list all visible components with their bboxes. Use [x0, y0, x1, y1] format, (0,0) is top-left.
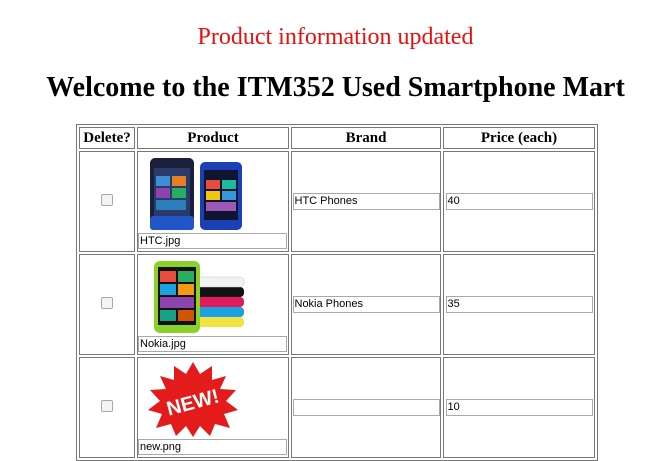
table-row: Nokia.jpg Nokia Phones 35 — [79, 254, 595, 355]
price-cell: 35 — [443, 254, 595, 355]
delete-checkbox[interactable] — [101, 296, 113, 309]
nokia-phone-image — [140, 257, 246, 335]
product-cell: Nokia.jpg — [137, 254, 289, 355]
header-brand: Brand — [291, 127, 441, 149]
brand-input[interactable] — [292, 399, 440, 416]
delete-cell — [79, 254, 135, 355]
htc-phone-image — [140, 154, 246, 232]
brand-input[interactable]: HTC Phones — [292, 193, 440, 210]
product-cell: NEW! new.png — [137, 357, 289, 458]
products-table: Delete? Product Brand Price (each) HTC.j… — [76, 124, 598, 461]
price-input[interactable]: 40 — [445, 193, 593, 210]
delete-cell — [79, 357, 135, 458]
delete-checkbox[interactable] — [101, 399, 113, 412]
image-filename-field[interactable]: HTC.jpg — [138, 233, 287, 249]
price-input[interactable]: 35 — [445, 296, 593, 313]
page-title: Welcome to the ITM352 Used Smartphone Ma… — [46, 72, 625, 103]
image-filename-field[interactable]: new.png — [138, 439, 287, 455]
delete-cell — [79, 151, 135, 252]
header-product: Product — [137, 127, 289, 149]
price-input[interactable]: 10 — [445, 399, 593, 416]
price-cell: 10 — [443, 357, 595, 458]
header-price: Price (each) — [443, 127, 595, 149]
status-message: Product information updated — [197, 24, 474, 50]
brand-cell: Nokia Phones — [291, 254, 441, 355]
table-header-row: Delete? Product Brand Price (each) — [79, 127, 595, 149]
brand-cell: HTC Phones — [291, 151, 441, 252]
product-cell: HTC.jpg — [137, 151, 289, 252]
image-filename-field[interactable]: Nokia.jpg — [138, 336, 287, 352]
brand-cell — [291, 357, 441, 458]
delete-checkbox[interactable] — [101, 193, 113, 206]
brand-input[interactable]: Nokia Phones — [292, 296, 440, 313]
table-row: NEW! new.png 10 — [79, 357, 595, 458]
new-badge-image: NEW! — [148, 362, 238, 437]
header-delete: Delete? — [79, 127, 135, 149]
price-cell: 40 — [443, 151, 595, 252]
table-row: HTC.jpg HTC Phones 40 — [79, 151, 595, 252]
